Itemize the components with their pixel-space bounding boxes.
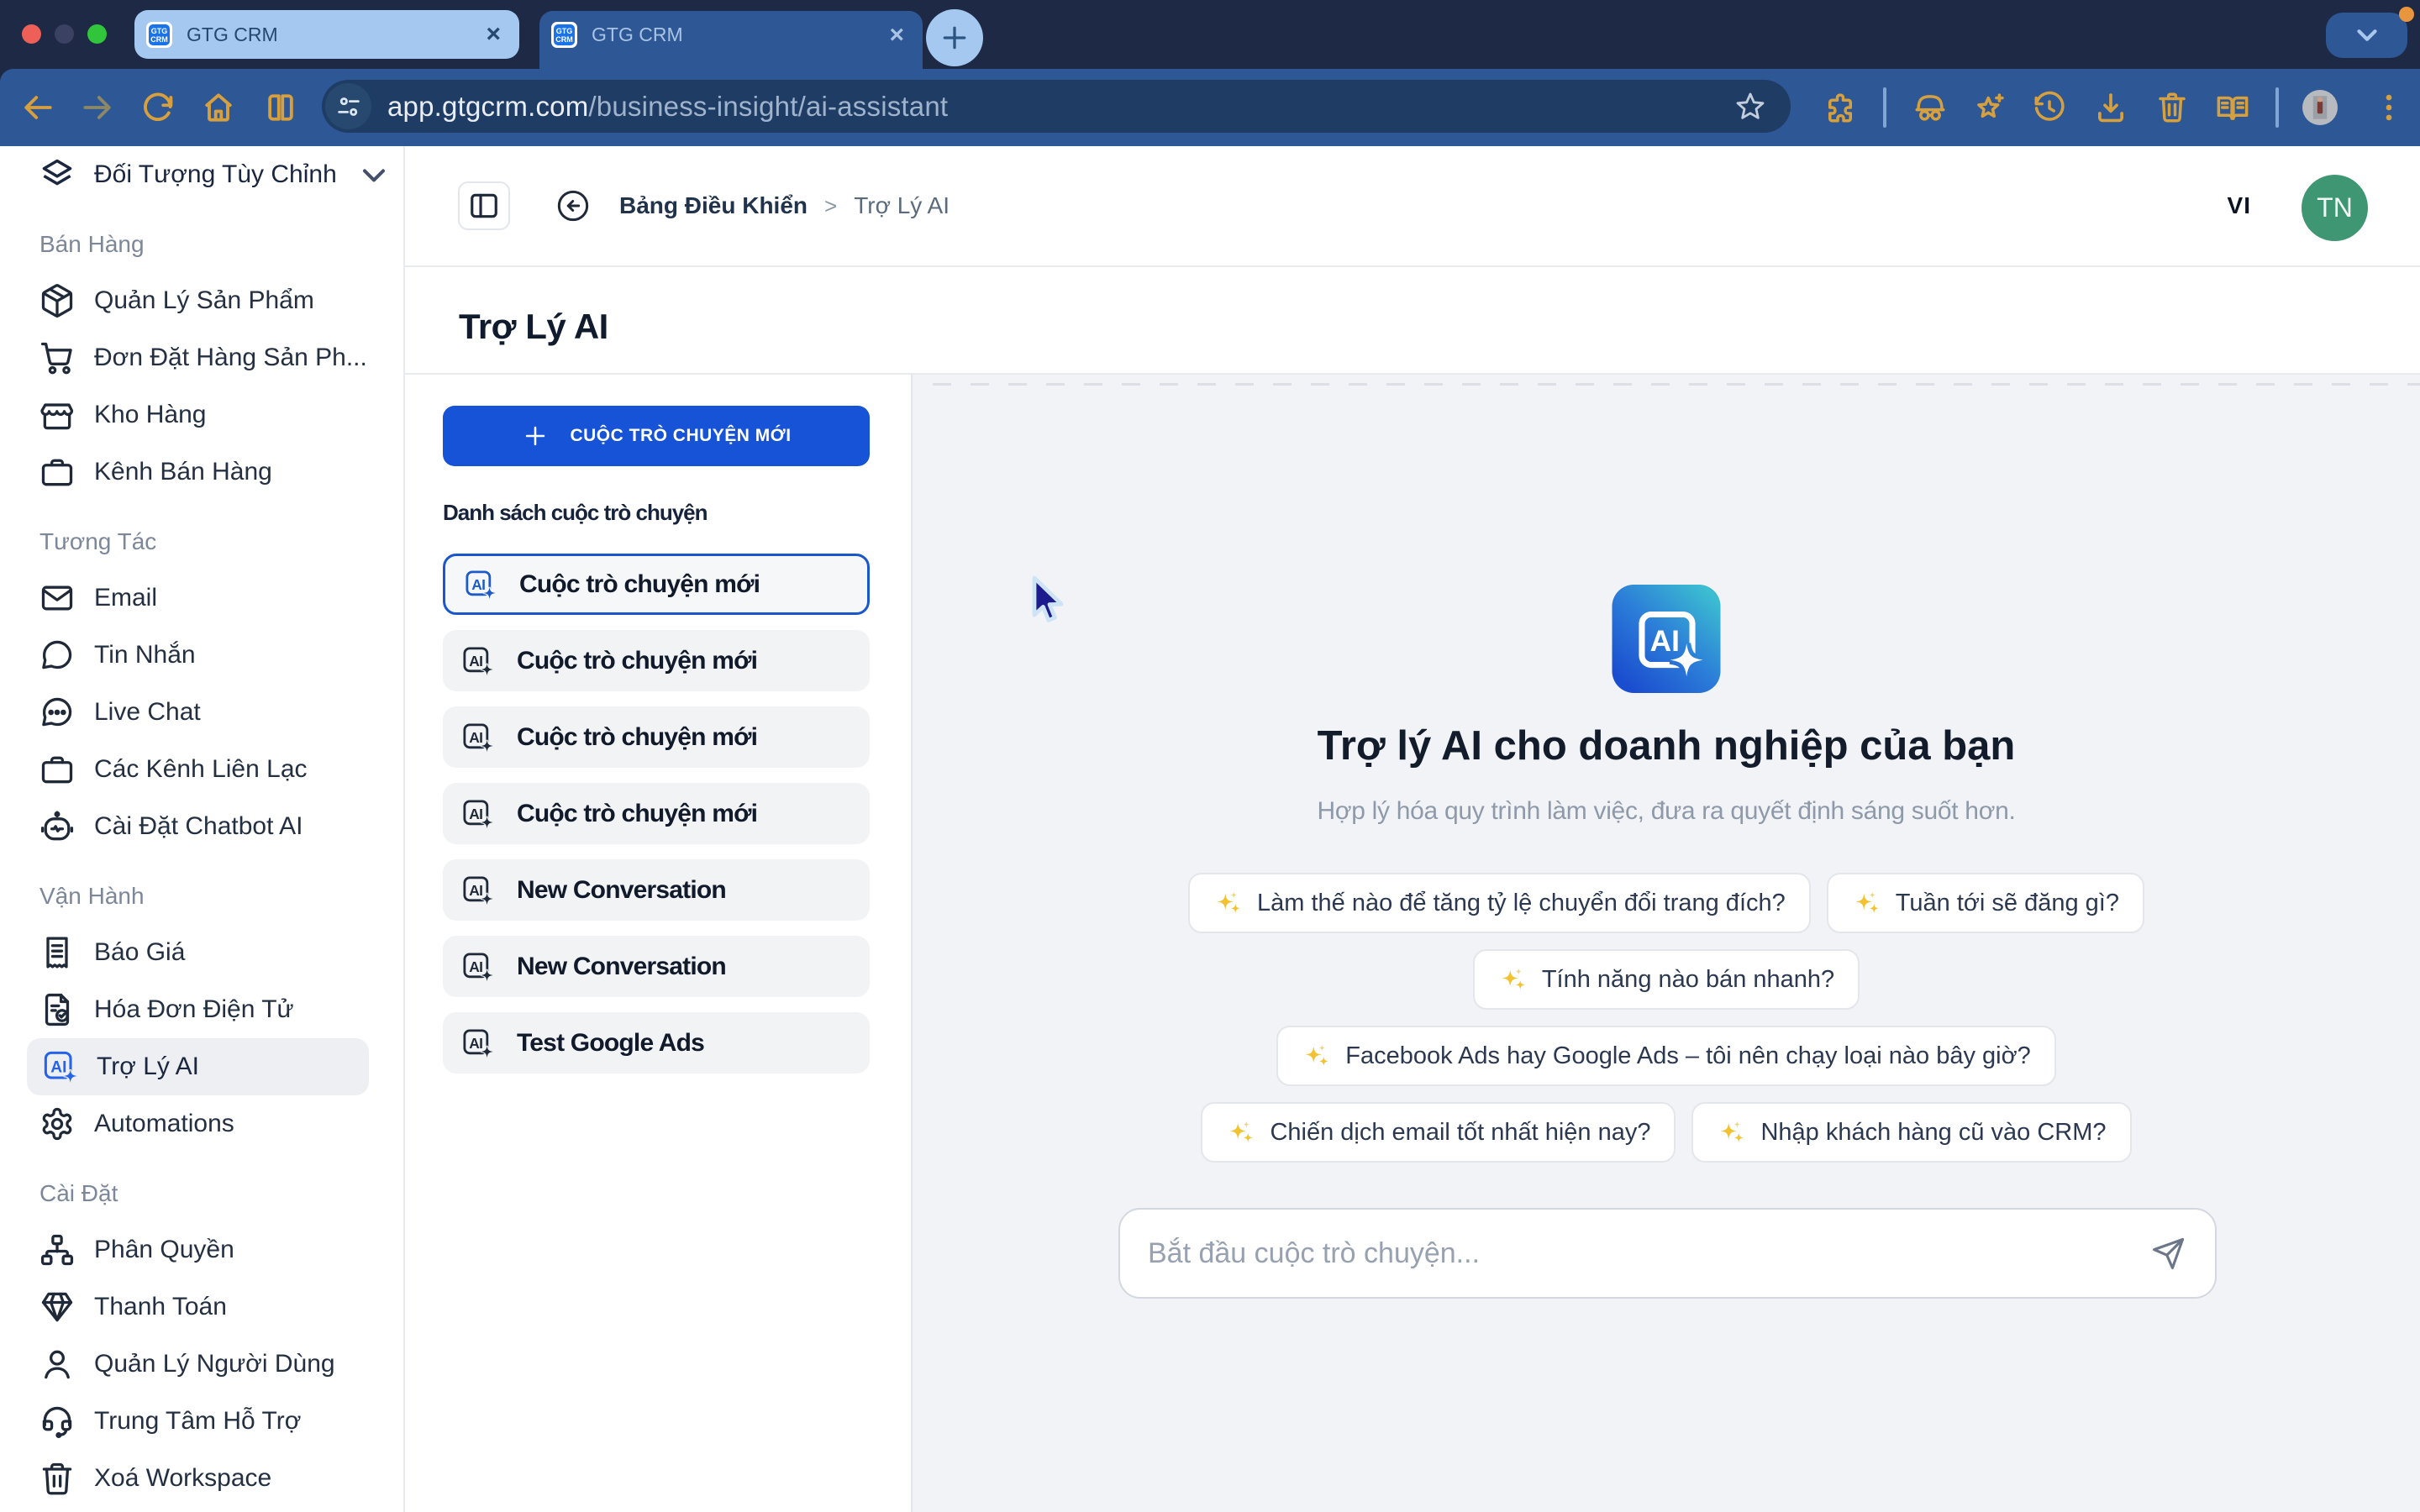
svg-text:AI: AI: [469, 882, 482, 899]
svg-text:AI: AI: [1650, 625, 1680, 658]
svg-text:AI: AI: [469, 1035, 482, 1052]
svg-text:AI: AI: [469, 806, 482, 822]
svg-text:AI: AI: [471, 576, 485, 593]
svg-text:AI: AI: [469, 729, 482, 746]
svg-text:AI: AI: [469, 653, 482, 669]
svg-text:AI: AI: [50, 1059, 66, 1077]
svg-text:AI: AI: [469, 958, 482, 975]
